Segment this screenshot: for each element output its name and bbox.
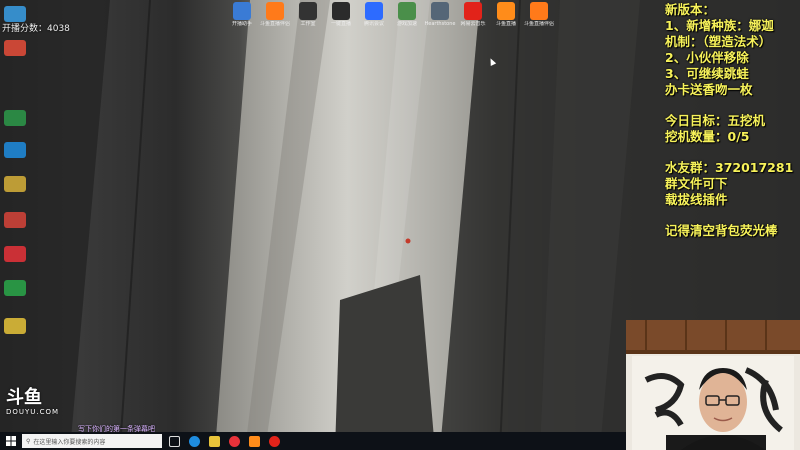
folder-icon[interactable] <box>4 176 26 192</box>
overlay-line: 3、可继续跳蛙 <box>665 66 749 81</box>
desktop-shortcut[interactable]: 斗鱼直播伴侣 <box>519 2 559 27</box>
taskbar: ⚲ 在这里输入你要搜索的内容 <box>0 432 626 450</box>
task-view-icon <box>168 435 180 447</box>
douyu-icon <box>248 435 260 447</box>
studio-icon <box>299 2 317 20</box>
task-view-button[interactable] <box>166 432 182 450</box>
taskbar-app-record[interactable] <box>226 432 242 450</box>
douyu-partner-icon <box>530 2 548 20</box>
overlay-line: 今日目标：五挖机 <box>665 113 766 128</box>
douyu-url: DOUYU.COM <box>6 408 60 416</box>
accelerator-icon <box>398 2 416 20</box>
music-icon <box>464 2 482 20</box>
overlay-line: 记得清空背包荧光棒 <box>665 223 778 238</box>
stream-stats: 开播分数：4038 <box>2 23 122 36</box>
desktop-shortcut-label: 斗鱼直播伴侣 <box>523 21 554 27</box>
record-icon <box>228 435 240 447</box>
taskbar-app-netease[interactable] <box>266 432 282 450</box>
app-icon[interactable] <box>4 212 26 228</box>
search-icon: ⚲ <box>26 437 31 445</box>
douyu-icon <box>266 2 284 20</box>
music-icon <box>268 435 280 447</box>
douyu-watermark: 斗鱼 DOUYU.COM <box>6 387 66 417</box>
taskbar-app-douyu[interactable] <box>246 432 262 450</box>
overlay-line: 2、小伙伴移除 <box>665 50 749 65</box>
douyu-logo: 斗鱼 <box>6 387 42 408</box>
yy-icon[interactable] <box>4 318 26 334</box>
webcam-feed <box>626 320 800 450</box>
folder-icon <box>208 435 220 447</box>
taskbar-search[interactable]: ⚲ 在这里输入你要搜索的内容 <box>22 434 162 448</box>
search-placeholder: 在这里输入你要搜索的内容 <box>33 438 106 446</box>
recycle-bin-icon[interactable] <box>4 6 26 22</box>
app-icon[interactable] <box>4 40 26 56</box>
overlay-line: 水友群：372017281 <box>665 160 794 175</box>
taskbar-app-explorer[interactable] <box>206 432 222 450</box>
edge-icon <box>188 435 200 447</box>
start-button[interactable] <box>0 432 22 450</box>
camera-icon <box>332 2 350 20</box>
overlay-line: 办卡送香吻一枚 <box>665 82 753 97</box>
stream-overlay-text: 新版本： 1、新增种族：娜迦 机制：（塑造法术） 2、小伙伴移除 3、可继续跳蛙… <box>665 2 800 239</box>
hearthstone-icon <box>431 2 449 20</box>
meeting-icon <box>365 2 383 20</box>
overlay-line: 群文件可下 <box>665 176 728 191</box>
webcam-streamer-image <box>626 320 800 450</box>
app-icon[interactable] <box>4 246 26 262</box>
live-app-icon <box>233 2 251 20</box>
windows-icon <box>6 436 16 446</box>
overlay-line: 挖机数量：0/5 <box>665 129 750 144</box>
stream-score: 开播分数：4038 <box>2 24 70 34</box>
app-icon[interactable] <box>4 280 26 296</box>
overlay-line: 载拔线插件 <box>665 192 728 207</box>
overlay-line: 机制：（塑造法术） <box>665 34 772 49</box>
app-icon[interactable] <box>4 110 26 126</box>
overlay-line: 1、新增种族：娜迦 <box>665 18 774 33</box>
douyu-live-icon <box>497 2 515 20</box>
taskbar-app-edge[interactable] <box>186 432 202 450</box>
overlay-line: 新版本： <box>665 2 716 17</box>
edge-icon[interactable] <box>4 142 26 158</box>
